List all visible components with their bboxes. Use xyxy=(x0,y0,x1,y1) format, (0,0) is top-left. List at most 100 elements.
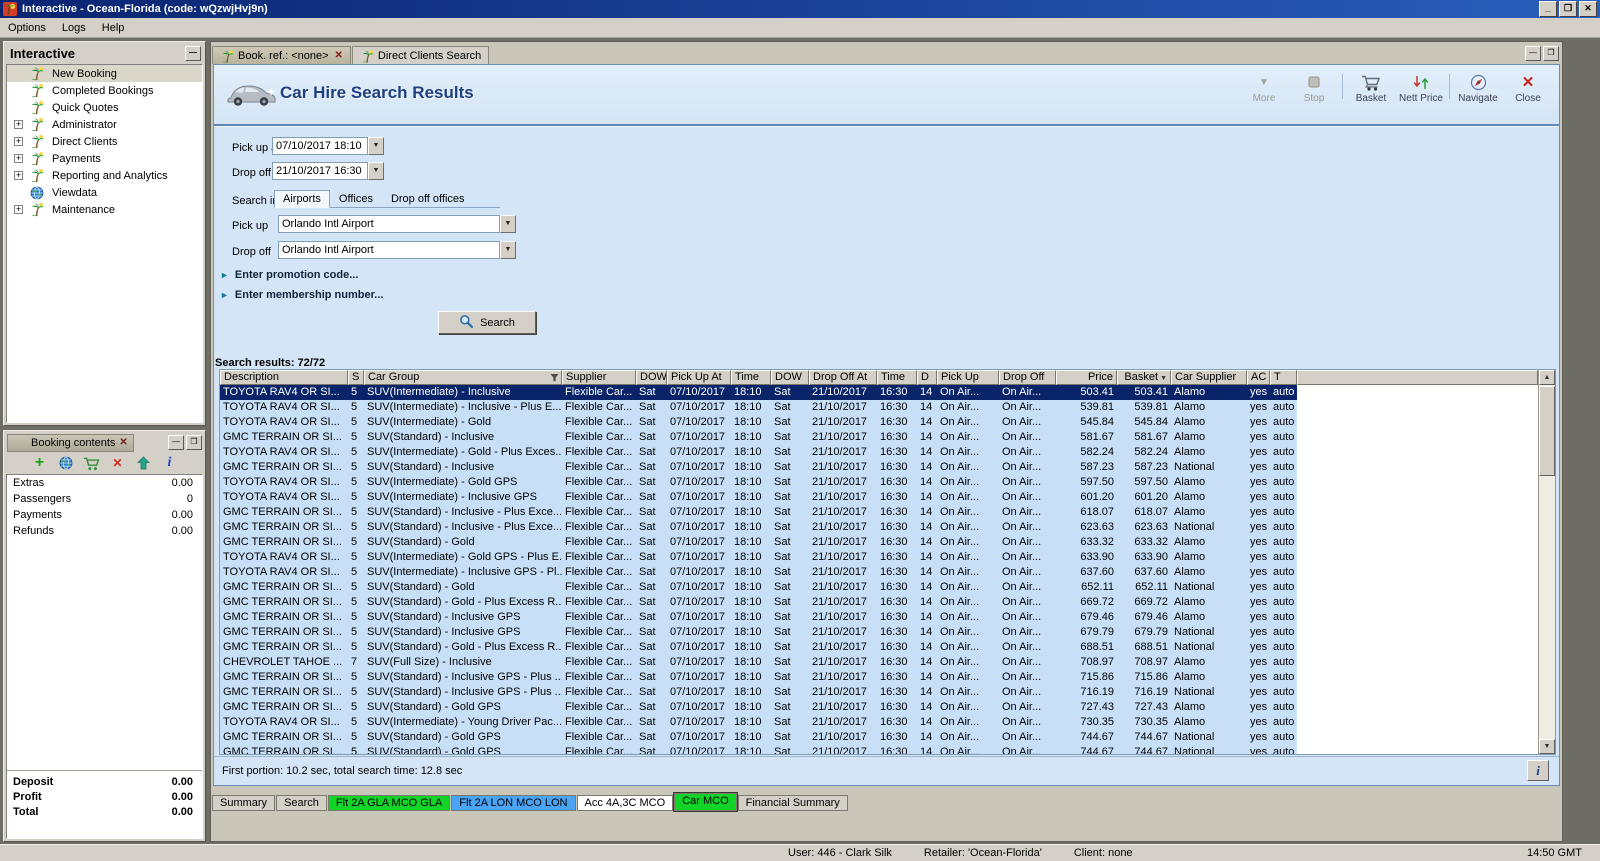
bottom-tab-car-mco[interactable]: Car MCO xyxy=(674,793,736,811)
result-row[interactable]: GMC TERRAIN OR SI...5SUV(Standard) - Gol… xyxy=(220,595,1297,610)
column-header-basket-14[interactable]: Basket▼ xyxy=(1117,370,1171,385)
minimize-document-button[interactable]: — xyxy=(1525,46,1541,61)
column-header-time-9[interactable]: Time xyxy=(877,370,917,385)
column-header-time-6[interactable]: Time xyxy=(731,370,771,385)
result-row[interactable]: GMC TERRAIN OR SI...5SUV(Standard) - Gol… xyxy=(220,745,1297,754)
sidebar-item-new-booking[interactable]: New Booking xyxy=(7,65,202,82)
info-button[interactable]: i xyxy=(1527,760,1549,781)
column-header-description-0[interactable]: Description xyxy=(220,370,348,385)
basket-add-icon[interactable] xyxy=(83,454,101,472)
expand-icon[interactable]: + xyxy=(14,120,23,129)
tab-close-icon[interactable]: ✕ xyxy=(335,50,343,61)
result-row[interactable]: TOYOTA RAV4 OR SI...5SUV(Intermediate) -… xyxy=(220,550,1297,565)
minimize-button[interactable]: _ xyxy=(1539,1,1557,17)
column-header-drop-off-at-8[interactable]: Drop Off At xyxy=(809,370,877,385)
result-row[interactable]: GMC TERRAIN OR SI...5SUV(Standard) - Inc… xyxy=(220,430,1297,445)
expand-icon[interactable]: + xyxy=(14,171,23,180)
filter-icon[interactable] xyxy=(550,373,559,385)
dropoff-combo[interactable]: Orlando Intl Airport ▼ xyxy=(278,241,516,259)
sidebar-item-quick-quotes[interactable]: Quick Quotes xyxy=(7,99,202,116)
delete-icon[interactable]: ✕ xyxy=(109,454,127,472)
search-in-tab-offices[interactable]: Offices xyxy=(330,190,382,208)
bottom-tab-summary[interactable]: Summary xyxy=(212,795,275,811)
restore-document-button[interactable]: ❐ xyxy=(1543,46,1559,61)
expand-icon[interactable]: + xyxy=(14,154,23,163)
column-header-car-group-2[interactable]: Car Group xyxy=(364,370,562,385)
maximize-button[interactable]: ❐ xyxy=(1559,1,1577,17)
sidebar-item-maintenance[interactable]: +Maintenance xyxy=(7,201,202,218)
column-header-s-1[interactable]: S xyxy=(348,370,364,385)
toolbar-nett-price[interactable]: Nett Price xyxy=(1396,69,1446,104)
column-header-supplier-3[interactable]: Supplier xyxy=(562,370,636,385)
menu-options[interactable]: Options xyxy=(0,20,54,36)
restore-panel-button[interactable]: ❐ xyxy=(186,435,202,450)
menu-logs[interactable]: Logs xyxy=(54,20,94,36)
result-row[interactable]: GMC TERRAIN OR SI...5SUV(Standard) - Inc… xyxy=(220,505,1297,520)
toolbar-navigate[interactable]: Navigate xyxy=(1453,69,1503,104)
info-icon[interactable]: i xyxy=(161,454,179,472)
result-row[interactable]: GMC TERRAIN OR SI...5SUV(Standard) - Gol… xyxy=(220,580,1297,595)
result-row[interactable]: TOYOTA RAV4 OR SI...5SUV(Intermediate) -… xyxy=(220,565,1297,580)
column-header-price-13[interactable]: Price xyxy=(1056,370,1117,385)
pickup-combo[interactable]: Orlando Intl Airport ▼ xyxy=(278,215,516,233)
scroll-up-button[interactable]: ▲ xyxy=(1539,370,1555,385)
promotion-code-expander[interactable]: ► Enter promotion code... xyxy=(220,269,358,281)
dropoff-at-dropdown-button[interactable]: ▼ xyxy=(368,162,384,180)
result-row[interactable]: TOYOTA RAV4 OR SI...5SUV(Intermediate) -… xyxy=(220,415,1297,430)
scrollbar-thumb[interactable] xyxy=(1539,386,1555,476)
pickup-at-dropdown-button[interactable]: ▼ xyxy=(368,137,384,155)
bottom-tab-financial-summary[interactable]: Financial Summary xyxy=(738,795,848,811)
result-row[interactable]: GMC TERRAIN OR SI...5SUV(Standard) - Inc… xyxy=(220,460,1297,475)
result-row[interactable]: GMC TERRAIN OR SI...5SUV(Standard) - Inc… xyxy=(220,685,1297,700)
result-row[interactable]: GMC TERRAIN OR SI...5SUV(Standard) - Inc… xyxy=(220,610,1297,625)
tab-book-ref-none[interactable]: Book. ref.: <none>✕ xyxy=(212,46,351,64)
column-header-dow-4[interactable]: DOW xyxy=(636,370,667,385)
column-header-pick-up-11[interactable]: Pick Up xyxy=(937,370,999,385)
result-row[interactable]: GMC TERRAIN OR SI...5SUV(Standard) - Gol… xyxy=(220,535,1297,550)
tab-direct-clients-search[interactable]: Direct Clients Search xyxy=(352,46,489,64)
result-row[interactable]: GMC TERRAIN OR SI...5SUV(Standard) - Inc… xyxy=(220,520,1297,535)
result-row[interactable]: TOYOTA RAV4 OR SI...5SUV(Intermediate) -… xyxy=(220,400,1297,415)
column-header-pick-up-at-5[interactable]: Pick Up At xyxy=(667,370,731,385)
result-row[interactable]: TOYOTA RAV4 OR SI...5SUV(Intermediate) -… xyxy=(220,490,1297,505)
bottom-tab-flt-2a-gla-mco-gla[interactable]: Flt 2A GLA MCO GLA xyxy=(328,795,450,811)
membership-number-expander[interactable]: ► Enter membership number... xyxy=(220,289,383,301)
sidebar-item-reporting-and-analytics[interactable]: +Reporting and Analytics xyxy=(7,167,202,184)
menu-help[interactable]: Help xyxy=(94,20,133,36)
result-row[interactable]: TOYOTA RAV4 OR SI...5SUV(Intermediate) -… xyxy=(220,475,1297,490)
result-row[interactable]: GMC TERRAIN OR SI...5SUV(Standard) - Gol… xyxy=(220,700,1297,715)
pickup-at-input[interactable]: 07/10/2017 18:10 ▼ xyxy=(272,137,384,155)
dropoff-dropdown-button[interactable]: ▼ xyxy=(500,241,516,259)
result-row[interactable]: TOYOTA RAV4 OR SI...5SUV(Intermediate) -… xyxy=(220,715,1297,730)
toolbar-basket[interactable]: Basket xyxy=(1346,69,1396,104)
result-row[interactable]: CHEVROLET TAHOE ...7SUV(Full Size) - Inc… xyxy=(220,655,1297,670)
result-row[interactable]: TOYOTA RAV4 OR SI...5SUV(Intermediate) -… xyxy=(220,445,1297,460)
column-header-d-10[interactable]: D xyxy=(917,370,937,385)
result-row[interactable]: GMC TERRAIN OR SI...5SUV(Standard) - Inc… xyxy=(220,670,1297,685)
globe-icon[interactable] xyxy=(57,454,75,472)
sidebar-item-completed-bookings[interactable]: Completed Bookings xyxy=(7,82,202,99)
collapse-panel-button[interactable]: — xyxy=(185,46,201,61)
scrollbar-track[interactable] xyxy=(1539,385,1555,739)
result-row[interactable]: GMC TERRAIN OR SI...5SUV(Standard) - Gol… xyxy=(220,640,1297,655)
sidebar-item-viewdata[interactable]: Viewdata xyxy=(7,184,202,201)
result-row[interactable]: GMC TERRAIN OR SI...5SUV(Standard) - Gol… xyxy=(220,730,1297,745)
bottom-tab-search[interactable]: Search xyxy=(276,795,327,811)
result-row[interactable]: TOYOTA RAV4 OR SI...5SUV(Intermediate) -… xyxy=(220,385,1297,400)
expand-icon[interactable]: + xyxy=(14,137,23,146)
search-in-tab-drop-off-offices[interactable]: Drop off offices xyxy=(382,190,474,208)
column-header-t-17[interactable]: T xyxy=(1270,370,1297,385)
dropoff-at-input[interactable]: 21/10/2017 16:30 ▼ xyxy=(272,162,384,180)
close-panel-icon[interactable]: ✕ xyxy=(119,438,127,448)
column-header-dow-7[interactable]: DOW xyxy=(771,370,809,385)
sidebar-item-payments[interactable]: +Payments xyxy=(7,150,202,167)
sidebar-item-administrator[interactable]: +Administrator xyxy=(7,116,202,133)
result-row[interactable]: GMC TERRAIN OR SI...5SUV(Standard) - Inc… xyxy=(220,625,1297,640)
column-header-ac-16[interactable]: AC xyxy=(1247,370,1270,385)
search-in-tab-airports[interactable]: Airports xyxy=(274,190,330,208)
pickup-dropdown-button[interactable]: ▼ xyxy=(500,215,516,233)
minimize-panel-button[interactable]: — xyxy=(168,435,184,450)
scroll-down-button[interactable]: ▼ xyxy=(1539,739,1555,754)
toolbar-close[interactable]: ✕Close xyxy=(1503,69,1553,104)
bottom-tab-flt-2a-lon-mco-lon[interactable]: Flt 2A LON MCO LON xyxy=(451,795,575,811)
